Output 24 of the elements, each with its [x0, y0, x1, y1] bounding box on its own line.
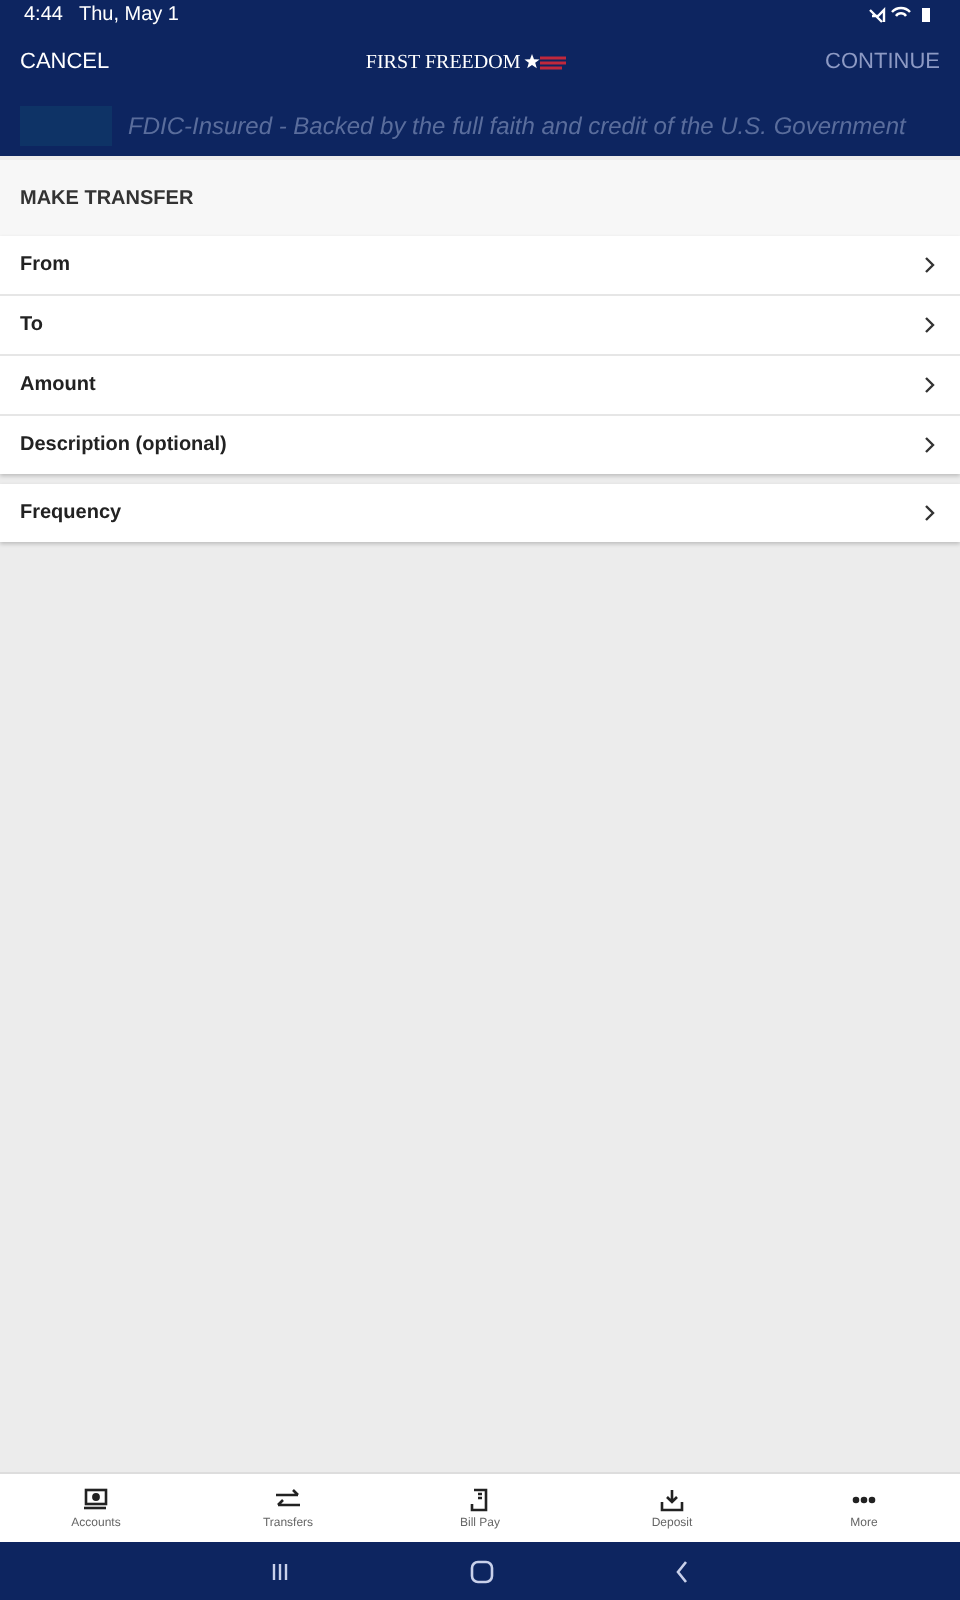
status-time: 4:44 [24, 3, 63, 25]
back-icon[interactable] [674, 1559, 690, 1583]
download-icon [658, 1487, 686, 1511]
section-title: MAKE TRANSFER [0, 160, 960, 236]
chevron-right-icon [924, 504, 936, 522]
fdic-banner-text: FDIC-Insured - Backed by the full faith and credit of the U.S. Government [128, 112, 906, 140]
chevron-right-icon [924, 316, 936, 334]
form-row[interactable]: Description (optional) [0, 416, 960, 474]
swap-arrows-icon [274, 1487, 302, 1511]
chevron-right-icon [924, 256, 936, 274]
chevron-right-icon [924, 436, 936, 454]
star-flag-icon [524, 52, 569, 72]
cash-icon [82, 1487, 110, 1511]
cancel-button[interactable]: CANCEL [20, 46, 110, 78]
form-row[interactable]: Amount [0, 356, 960, 416]
home-icon[interactable] [470, 1559, 494, 1583]
form-row[interactable]: From [0, 236, 960, 296]
form-row[interactable]: Frequency [0, 484, 960, 542]
bank-logo-text: FIRST FREEDOM [365, 51, 521, 73]
status-icons [868, 5, 936, 23]
status-date: Thu, May 1 [78, 3, 179, 25]
recents-icon[interactable] [270, 1561, 290, 1581]
chevron-right-icon [924, 376, 936, 394]
form-row[interactable]: To [0, 296, 960, 356]
